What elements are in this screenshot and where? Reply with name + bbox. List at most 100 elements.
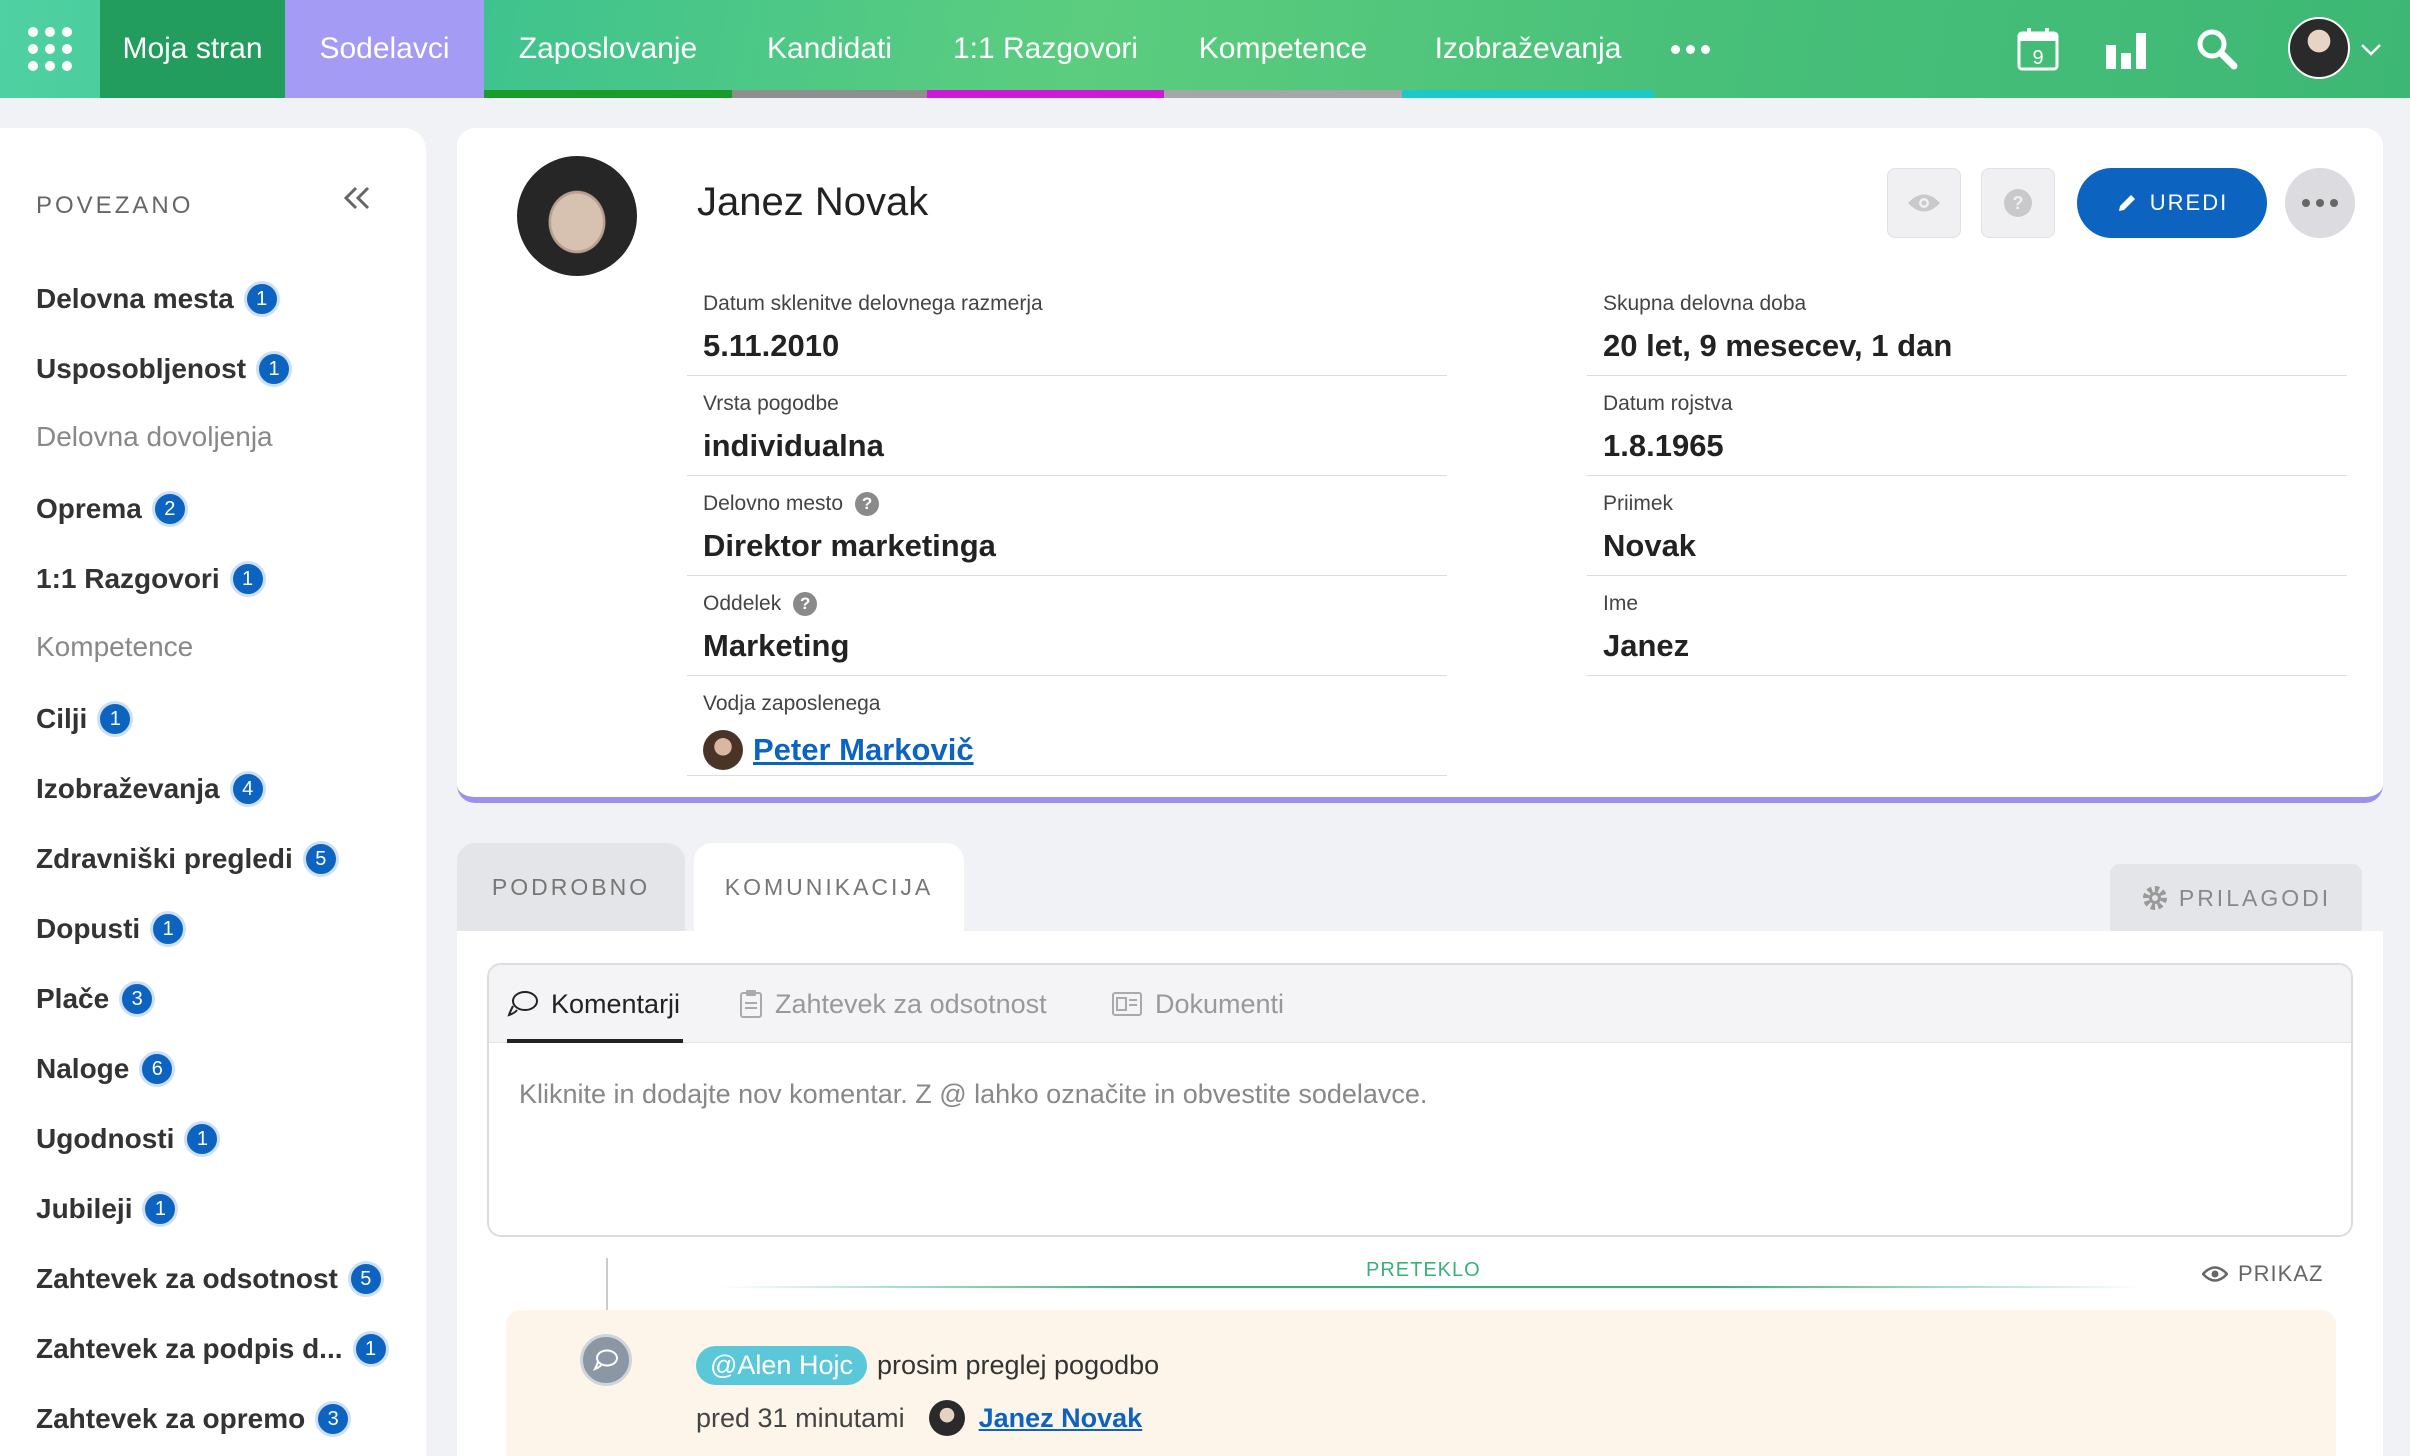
- edit-button[interactable]: UREDI: [2077, 168, 2267, 238]
- sidebar-item[interactable]: Delovna mesta 1: [36, 281, 280, 317]
- comment-body: prosim preglej pogodbo: [876, 1350, 1160, 1380]
- sidebar-item[interactable]: Plače 3: [36, 981, 156, 1017]
- sidebar-item[interactable]: Jubileji 1: [36, 1191, 179, 1227]
- sidebar-item-label: Izobraževanja: [36, 773, 220, 804]
- nav-item-zaposlovanje[interactable]: Zaposlovanje: [484, 0, 732, 98]
- field-label: Skupna delovna doba: [1603, 292, 1807, 315]
- help-button[interactable]: ?: [1981, 168, 2055, 238]
- sidebar-item[interactable]: Delovna dovoljenja: [36, 421, 273, 453]
- field-value: 20 let, 9 mesecev, 1 dan: [1603, 328, 1953, 363]
- sidebar-item-label: Cilji: [36, 703, 88, 734]
- nav-color-bar: [927, 90, 1164, 98]
- sidebar-item-label: Zdravniški pregledi: [36, 843, 293, 874]
- sidebar-item-label: Delovna mesta: [36, 283, 234, 314]
- sidebar-item[interactable]: Usposobljenost 1: [36, 351, 293, 387]
- more-menu-icon[interactable]: [1654, 0, 1726, 98]
- sidebar-item[interactable]: Zdravniški pregledi 5: [36, 841, 339, 877]
- count-badge: 1: [256, 351, 293, 387]
- sidebar-item-label: Kompetence: [36, 631, 194, 662]
- search-icon[interactable]: [2192, 24, 2242, 74]
- tab-komunikacija[interactable]: KOMUNIKACIJA: [694, 843, 964, 931]
- subtab-dokumenti[interactable]: Dokumenti: [1111, 965, 1284, 1043]
- nav-item-kompetence[interactable]: Kompetence: [1164, 0, 1402, 98]
- view-toggle-button[interactable]: PRIKAZ: [2202, 1261, 2323, 1287]
- subtab-label: Zahtevek za odsotnost: [775, 988, 1047, 1019]
- nav-item-sodelavci[interactable]: Sodelavci: [285, 0, 484, 98]
- profile-card: Janez Novak ? UREDI Datum sklenitve delo…: [457, 128, 2383, 803]
- nav-label: Izobraževanja: [1434, 32, 1622, 65]
- field-value: Janez: [1603, 628, 1690, 663]
- sidebar-item[interactable]: Zahtevek za opremo 3: [36, 1401, 352, 1437]
- pencil-icon: [2118, 195, 2135, 211]
- eye-icon: [2202, 1266, 2228, 1282]
- nav-label: Zaposlovanje: [518, 32, 698, 65]
- calendar-icon[interactable]: 9: [2013, 24, 2063, 74]
- count-badge: 1: [229, 561, 266, 597]
- chevron-down-icon[interactable]: [2358, 36, 2384, 62]
- field-department: Oddelek? Marketing: [687, 576, 1447, 676]
- field-value: individualna: [703, 428, 884, 463]
- apps-grid-icon[interactable]: [0, 0, 100, 98]
- field-value: 5.11.2010: [703, 328, 840, 363]
- count-badge: 1: [243, 281, 280, 317]
- comment-box: Komentarji Zahtevek za odsotnost Dokumen…: [487, 963, 2353, 1237]
- nav-item-kandidati[interactable]: Kandidati: [732, 0, 927, 98]
- sidebar-item[interactable]: Ugodnosti 1: [36, 1121, 221, 1157]
- sidebar-item[interactable]: Dopusti 1: [36, 911, 187, 947]
- sidebar-item[interactable]: Oprema 2: [36, 491, 188, 527]
- sidebar-item[interactable]: Zahtevek za podpis d... 1: [36, 1331, 389, 1367]
- clipboard-icon: [740, 990, 762, 1018]
- mention-tag[interactable]: @Alen Hojc: [696, 1346, 867, 1385]
- sidebar-item[interactable]: Zahtevek za odsotnost 5: [36, 1261, 384, 1297]
- field-label: Delovno mesto: [703, 492, 844, 515]
- manager-link[interactable]: Peter Markovič: [703, 730, 974, 770]
- nav-color-bar: [732, 90, 927, 98]
- subtab-komentarji[interactable]: Komentarji: [507, 965, 683, 1043]
- sidebar-title: POVEZANO: [36, 192, 194, 219]
- collapse-sidebar-icon[interactable]: [340, 180, 376, 216]
- subtab-label: Komentarji: [551, 988, 681, 1019]
- subtab-zahtevek[interactable]: Zahtevek za odsotnost: [739, 965, 1047, 1043]
- sidebar-item[interactable]: Cilji 1: [36, 701, 134, 737]
- field-value: Novak: [1603, 528, 1697, 563]
- nav-color-bar: [1164, 90, 1402, 98]
- count-badge: 3: [315, 1401, 352, 1437]
- nav-item-moja-stran[interactable]: Moja stran: [100, 0, 285, 98]
- comment-meta: pred 31 minutami Janez Novak: [696, 1400, 1142, 1436]
- customize-button[interactable]: PRILAGODI: [2110, 864, 2362, 932]
- comment-input[interactable]: Kliknite in dodajte nov komentar. Z @ la…: [519, 1079, 1427, 1110]
- sidebar-item-label: Dopusti: [36, 913, 141, 944]
- user-avatar[interactable]: [2288, 17, 2350, 79]
- sidebar-item[interactable]: Naloge 6: [36, 1051, 176, 1087]
- field-label: Priimek: [1603, 492, 1674, 515]
- nav-label: Moja stran: [122, 32, 263, 65]
- field-label: Vrsta pogodbe: [703, 392, 839, 415]
- nav-item-izobrazevanja[interactable]: Izobraževanja: [1402, 0, 1654, 98]
- author-link[interactable]: Janez Novak: [979, 1403, 1143, 1434]
- top-navigation: Moja stran Sodelavci Zaposlovanje Kandid…: [0, 0, 2410, 98]
- manager-name-link[interactable]: Peter Markovič: [753, 732, 974, 768]
- employee-name: Janez Novak: [697, 180, 929, 224]
- sidebar-item[interactable]: 1:1 Razgovori 1: [36, 561, 266, 597]
- statistics-icon[interactable]: [2101, 24, 2151, 74]
- communication-subtabs: Komentarji Zahtevek za odsotnost Dokumen…: [489, 965, 2351, 1043]
- help-icon[interactable]: ?: [855, 492, 880, 516]
- field-job-position: Delovno mesto? Direktor marketinga: [687, 476, 1447, 576]
- sidebar-item[interactable]: Izobraževanja 4: [36, 771, 266, 807]
- view-button[interactable]: [1887, 168, 1961, 238]
- count-badge: 1: [97, 701, 134, 737]
- sidebar-item-label: Zahtevek za odsotnost: [36, 1263, 338, 1294]
- sidebar-item-label: 1:1 Razgovori: [36, 563, 220, 594]
- count-badge: 5: [302, 841, 339, 877]
- sidebar-item[interactable]: Kompetence: [36, 631, 193, 663]
- tab-podrobno[interactable]: PODROBNO: [457, 843, 685, 931]
- more-actions-button[interactable]: [2285, 168, 2355, 238]
- help-icon[interactable]: ?: [793, 592, 818, 616]
- eye-icon: [1908, 194, 1940, 212]
- field-value: 1.8.1965: [1603, 428, 1724, 463]
- field-contract-type: Vrsta pogodbe individualna: [687, 376, 1447, 476]
- field-label: Datum rojstva: [1603, 392, 1733, 415]
- gear-icon: [2142, 886, 2167, 910]
- field-manager: Vodja zaposlenega Peter Markovič: [687, 676, 1447, 776]
- nav-item-razgovori[interactable]: 1:1 Razgovori: [927, 0, 1164, 98]
